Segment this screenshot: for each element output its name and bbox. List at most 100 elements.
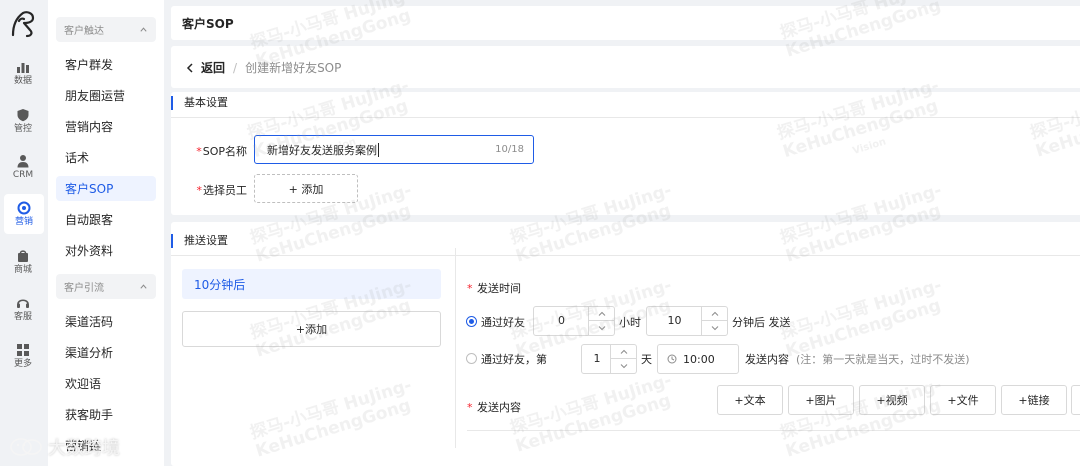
footer-brand: 大数跨境 (8, 434, 120, 460)
menu-group-label: 客户引流 (64, 283, 104, 294)
menu-group-reach[interactable]: 客户触达 (56, 17, 156, 42)
menu-item-auto-follow[interactable]: 自动跟客 (56, 207, 156, 232)
hours-value: 0 (558, 314, 565, 327)
increment-button[interactable] (702, 307, 727, 321)
menu-item-welcome[interactable]: 欢迎语 (56, 371, 156, 396)
breadcrumb-current: 创建新增好友SOP (245, 61, 342, 75)
stepper-arrows (701, 307, 727, 335)
divider (467, 430, 1080, 431)
minutes-value: 10 (667, 314, 682, 327)
rail-item-more[interactable]: 更多 (0, 336, 46, 376)
send-time-label: * 发送时间 (467, 282, 521, 295)
chevron-up-icon (620, 349, 627, 354)
add-push-button[interactable]: +添加 (182, 311, 441, 347)
app-rail: 数据 管控 CRM 营销 商城 客服 更多 (0, 0, 46, 466)
rail-item-control[interactable]: 管控 (0, 101, 46, 141)
add-link-button[interactable]: +链接 (1001, 385, 1067, 415)
rail-label: CRM (12, 169, 34, 180)
basic-settings-card: 基本设置 *SOP名称 新增好友发送服务案例 10/18 *选择员工 + 添加 (171, 92, 1080, 215)
radio-after-add[interactable] (466, 316, 477, 327)
increment-button[interactable] (589, 307, 614, 321)
shop-icon (18, 249, 28, 262)
menu-item-acquire[interactable]: 获客助手 (56, 402, 156, 427)
divider (171, 255, 1080, 256)
menu-item-scripts[interactable]: 话术 (56, 145, 156, 170)
add-video-button[interactable]: +视频 (859, 385, 925, 415)
sop-name-label: *SOP名称 (196, 145, 247, 158)
menu-item-channel-analysis[interactable]: 渠道分析 (56, 340, 156, 365)
add-file-button[interactable]: +文件 (930, 385, 996, 415)
menu-item-external[interactable]: 对外资料 (56, 238, 156, 263)
add-text-button[interactable]: +文本 (717, 385, 783, 415)
chevron-down-icon (620, 364, 627, 369)
decrement-button[interactable] (611, 359, 636, 373)
rail-item-data[interactable]: 数据 (0, 53, 46, 93)
breadcrumb-card: 返回 / 创建新增好友SOP (171, 46, 1080, 88)
user-icon (17, 154, 29, 167)
add-staff-button[interactable]: + 添加 (254, 174, 358, 203)
breadcrumb: 返回 / 创建新增好友SOP (185, 59, 341, 76)
stepper-arrows (588, 307, 614, 335)
day-value: 1 (593, 352, 601, 365)
time-picker[interactable]: 10:00 (657, 344, 739, 374)
minutes-suffix: 分钟后 发送 (732, 316, 791, 329)
wechat-icon (10, 438, 42, 456)
decrement-button[interactable] (589, 321, 614, 335)
rail-label: 数据 (13, 75, 32, 86)
add-image-button[interactable]: +图片 (788, 385, 854, 415)
footer-brand-text: 大数跨境 (48, 438, 120, 459)
more-content-button[interactable] (1071, 385, 1080, 415)
push-tab-10min[interactable]: 10分钟后 (182, 269, 441, 299)
chevron-left-icon (186, 62, 193, 73)
send-content-suffix: 发送内容 (745, 353, 789, 366)
time-value: 10:00 (683, 352, 715, 366)
char-count: 10/18 (495, 144, 524, 155)
hours-stepper[interactable]: 0 (533, 306, 615, 336)
rail-label: 商城 (13, 264, 32, 275)
grid-icon (17, 343, 29, 356)
back-button[interactable]: 返回 (185, 59, 225, 76)
content-label: * 发送内容 (467, 401, 521, 414)
section-title-basic: 基本设置 (171, 96, 228, 110)
staff-label: *选择员工 (196, 184, 248, 197)
rail-label: 更多 (13, 358, 32, 369)
increment-button[interactable] (611, 345, 636, 359)
minutes-stepper[interactable]: 10 (646, 306, 728, 336)
menu-item-customer-sop[interactable]: 客户SOP (56, 176, 156, 201)
push-settings-card: 推送设置 10分钟后 +添加 * 发送时间 通过好友 0 小时 10 分钟后 发… (171, 222, 1080, 466)
menu-group-label: 客户触达 (64, 26, 104, 37)
rail-item-service[interactable]: 客服 (0, 289, 46, 329)
menu-item-moments[interactable]: 朋友圈运营 (56, 83, 156, 108)
rail-item-crm[interactable]: CRM (0, 147, 46, 187)
menu-item-channel-code[interactable]: 渠道活码 (56, 309, 156, 334)
sop-name-input[interactable]: 新增好友发送服务案例 10/18 (254, 135, 534, 164)
option2-label: 通过好友，第 (481, 353, 547, 366)
menu-item-content[interactable]: 营销内容 (56, 114, 156, 139)
chevron-up-icon (140, 284, 147, 289)
divider (171, 117, 1080, 118)
decrement-button[interactable] (702, 321, 727, 335)
sop-name-value: 新增好友发送服务案例 (267, 143, 377, 157)
chevron-down-icon (598, 326, 605, 331)
logo-icon[interactable] (7, 8, 39, 40)
sub-menu: 客户触达 客户群发 朋友圈运营 营销内容 话术 客户SOP 自动跟客 对外资料 … (48, 0, 164, 466)
back-label: 返回 (201, 61, 226, 75)
shield-icon (17, 108, 29, 121)
breadcrumb-separator: / (233, 60, 238, 75)
section-title-push: 推送设置 (171, 234, 228, 248)
hours-unit: 小时 (619, 316, 641, 329)
day-unit: 天 (641, 353, 652, 366)
menu-item-group-send[interactable]: 客户群发 (56, 52, 156, 77)
menu-group-traffic[interactable]: 客户引流 (56, 274, 156, 299)
chevron-up-icon (598, 311, 605, 316)
chevron-up-icon (140, 27, 147, 32)
radio-on-day[interactable] (466, 353, 477, 364)
chart-icon (17, 62, 29, 73)
rail-item-shop[interactable]: 商城 (0, 242, 46, 282)
option1-label: 通过好友 (481, 316, 525, 329)
rail-item-marketing[interactable]: 营销 (4, 194, 44, 234)
rail-label: 客服 (13, 311, 32, 322)
headset-icon (17, 298, 29, 308)
page-title: 客户SOP (171, 6, 1080, 40)
day-stepper[interactable]: 1 (581, 344, 637, 374)
